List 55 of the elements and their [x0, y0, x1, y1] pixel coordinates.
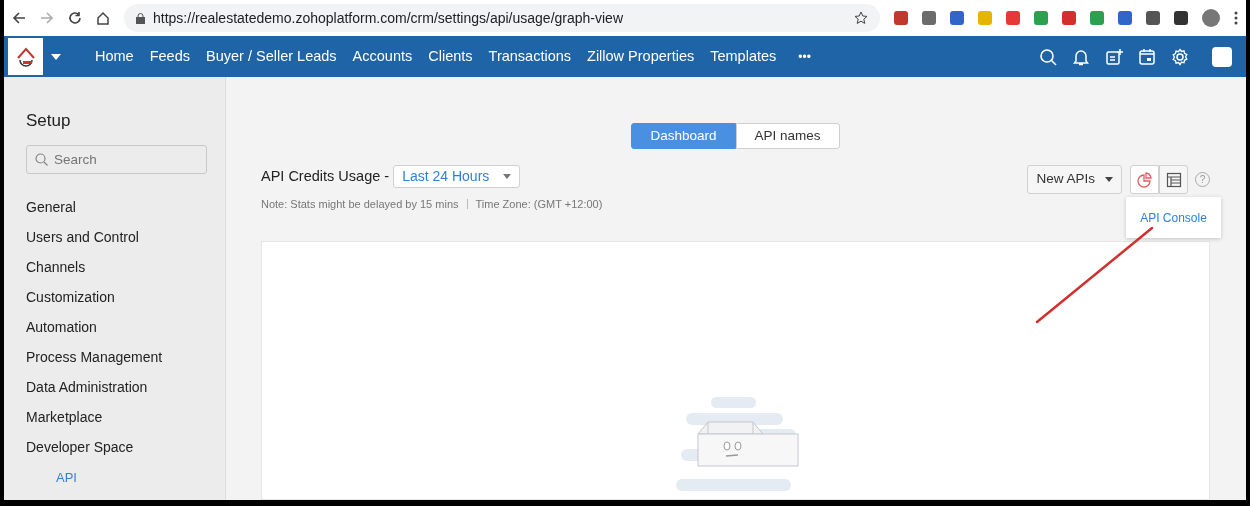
sidebar-item[interactable]: Channels — [26, 252, 207, 283]
extension-icon[interactable] — [1174, 11, 1188, 25]
sidebar-item[interactable]: Process Management — [26, 342, 207, 373]
caret-icon — [1105, 177, 1113, 182]
url-text: https://realestatedemo.zohoplatform.com/crm/settings/api/usage/graph-view — [153, 8, 624, 28]
back-icon[interactable] — [12, 11, 26, 25]
nav-link[interactable]: Home — [87, 45, 142, 68]
time-zone-text: Time Zone: (GMT +12:00) — [475, 197, 603, 212]
view-toggle[interactable] — [1159, 165, 1188, 194]
tab[interactable]: API names — [735, 123, 840, 149]
nav-link[interactable]: Accounts — [344, 45, 421, 68]
settings-icon[interactable] — [1171, 47, 1189, 66]
nav-link[interactable]: Transactions — [480, 45, 580, 68]
view-toggle[interactable] — [1130, 165, 1159, 194]
calendar-icon[interactable] — [1138, 47, 1156, 66]
nav-link[interactable]: Clients — [420, 45, 481, 68]
sidebar-item[interactable]: General — [26, 192, 207, 223]
extension-icon[interactable] — [1146, 11, 1160, 25]
nav-link[interactable]: Buyer / Seller Leads — [198, 45, 345, 68]
pie-chart-icon — [1136, 171, 1153, 188]
logo[interactable] — [8, 38, 43, 75]
more-vertical-icon[interactable] — [1234, 11, 1238, 25]
search-field[interactable]: Search — [26, 145, 207, 175]
home-icon[interactable] — [96, 11, 110, 25]
user-avatar[interactable] — [1212, 46, 1232, 67]
sidebar-item[interactable]: Marketplace — [26, 402, 207, 433]
bell-icon[interactable] — [1072, 47, 1090, 66]
sidebar-subitem[interactable]: API — [26, 462, 207, 493]
nav-link[interactable]: Feeds — [141, 45, 198, 68]
tab[interactable]: Dashboard — [631, 123, 736, 149]
filter-dropdown[interactable]: New APIs — [1027, 165, 1122, 194]
period-dropdown[interactable]: Last 24 Hours — [393, 165, 521, 188]
sidebar-item[interactable]: Automation — [26, 312, 207, 343]
search-icon — [35, 153, 48, 167]
sidebar-title: Setup — [26, 111, 72, 132]
add-note-icon[interactable] — [1105, 47, 1123, 66]
star-icon[interactable] — [854, 11, 868, 25]
sidebar-item[interactable]: Customization — [26, 282, 207, 313]
caret-icon[interactable] — [51, 53, 61, 60]
nav-link[interactable]: Zillow Properties — [579, 45, 703, 68]
sidebar-item[interactable]: Users and Control — [26, 222, 207, 253]
caret-icon — [503, 174, 512, 179]
sidebar-item[interactable]: Developer Space — [26, 432, 207, 463]
stats-note: Note: Stats might be delayed by 15 mins — [261, 197, 459, 212]
nav-link[interactable]: Templates — [702, 45, 785, 68]
usage-title: API Credits Usage - — [261, 166, 390, 186]
table-icon — [1165, 171, 1182, 188]
sidebar-item[interactable]: Data Administration — [26, 372, 207, 403]
lock-icon — [136, 12, 145, 24]
api-console-link[interactable]: API Console — [1126, 197, 1221, 238]
search-icon[interactable] — [1039, 47, 1057, 66]
address-bar[interactable]: https://realestatedemo.zohoplatform.com/crm/settings/api/usage/graph-view — [124, 4, 880, 32]
profile-avatar[interactable] — [1202, 9, 1220, 27]
reload-icon[interactable] — [68, 11, 82, 25]
more-menu[interactable]: ••• — [790, 47, 819, 66]
